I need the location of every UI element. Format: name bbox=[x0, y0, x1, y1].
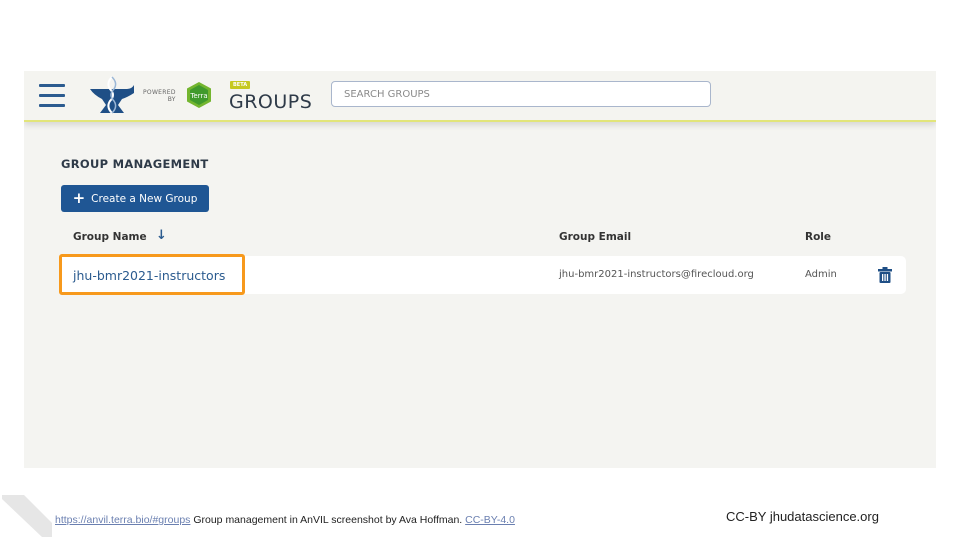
column-header-group-name[interactable]: Group Name bbox=[73, 231, 147, 243]
footer-caption: https://anvil.terra.bio/#groups Group ma… bbox=[55, 514, 515, 526]
powered-line: POWERED bbox=[143, 89, 176, 96]
license-link[interactable]: CC-BY-4.0 bbox=[465, 514, 515, 526]
app-screenshot: POWERED BY Terra BETA GROUPS GROUP MANAG… bbox=[24, 71, 936, 468]
section-title: GROUP MANAGEMENT bbox=[61, 157, 209, 171]
trash-icon[interactable] bbox=[878, 267, 892, 283]
top-bar: POWERED BY Terra BETA GROUPS bbox=[24, 71, 936, 122]
group-email: jhu-bmr2021-instructors@firecloud.org bbox=[559, 269, 754, 280]
column-header-role[interactable]: Role bbox=[805, 231, 831, 243]
beta-badge: BETA bbox=[230, 81, 251, 89]
plus-icon: + bbox=[72, 189, 86, 207]
anvil-logo-icon[interactable] bbox=[88, 75, 136, 117]
terra-logo-icon: Terra bbox=[187, 82, 211, 108]
column-header-group-email[interactable]: Group Email bbox=[559, 231, 631, 243]
powered-by-label: POWERED BY bbox=[143, 89, 176, 103]
group-name-link[interactable]: jhu-bmr2021-instructors bbox=[73, 268, 225, 283]
create-new-group-button[interactable]: + Create a New Group bbox=[61, 185, 209, 212]
search-groups-input[interactable] bbox=[331, 81, 711, 107]
caption-text: Group management in AnVIL screenshot by … bbox=[190, 514, 466, 526]
terra-text: Terra bbox=[189, 92, 207, 100]
page-title: GROUPS bbox=[229, 91, 313, 113]
sort-descending-icon[interactable]: ↓ bbox=[156, 228, 167, 243]
menu-icon[interactable] bbox=[39, 83, 65, 107]
group-role: Admin bbox=[805, 269, 837, 280]
by-line: BY bbox=[167, 96, 176, 103]
source-url-link[interactable]: https://anvil.terra.bio/#groups bbox=[55, 514, 190, 526]
create-button-label: Create a New Group bbox=[91, 192, 198, 205]
decorative-stripe-icon bbox=[2, 495, 52, 537]
footer-credit: CC-BY jhudatascience.org bbox=[726, 509, 879, 524]
